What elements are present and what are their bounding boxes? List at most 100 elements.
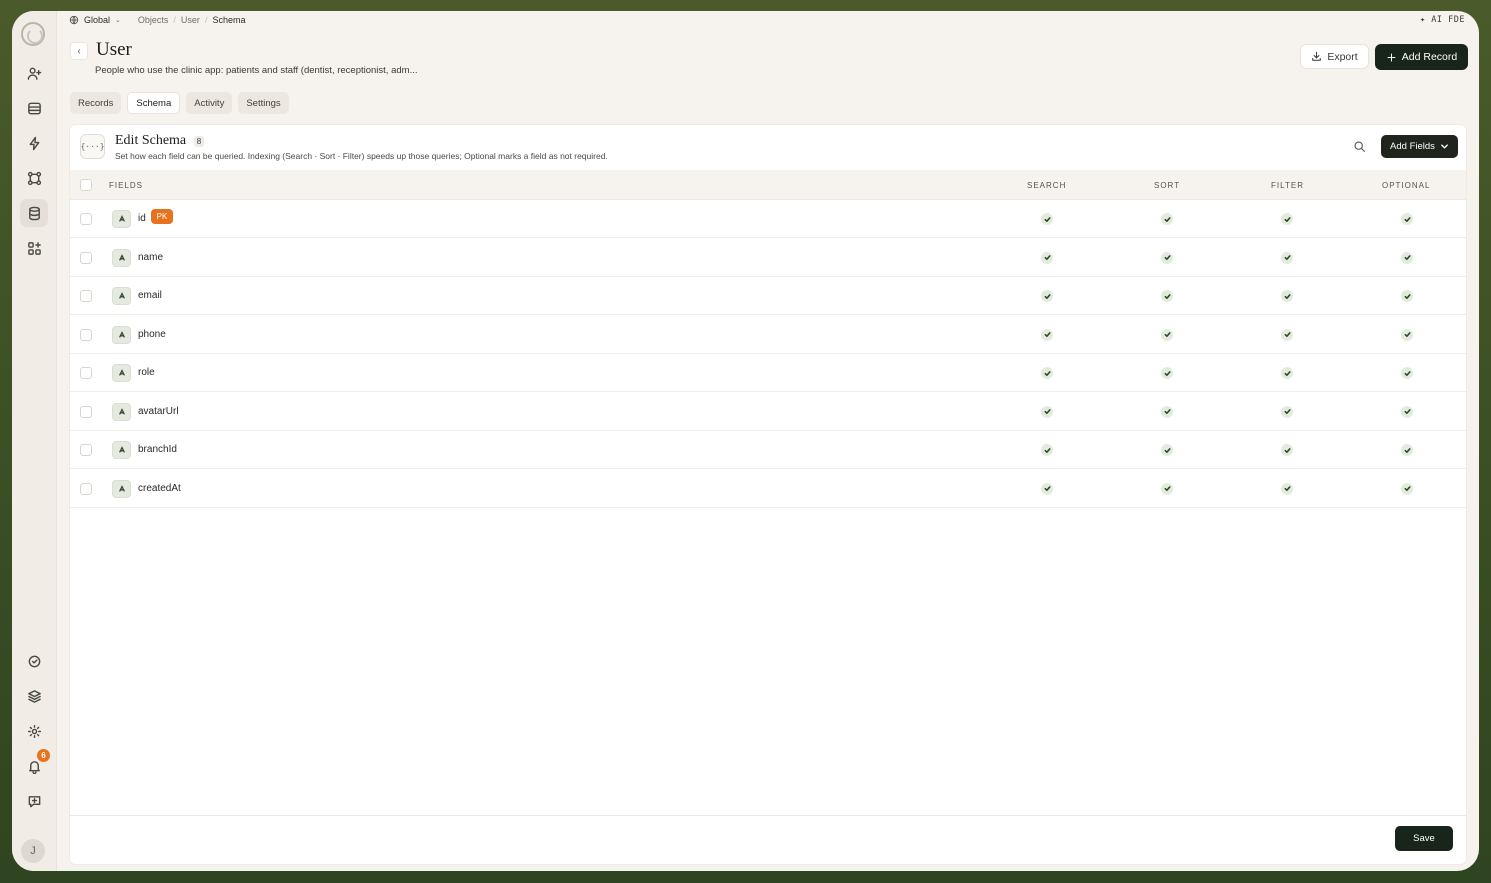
tab-activity[interactable]: Activity bbox=[186, 92, 233, 114]
ai-fde-button[interactable]: ✦ AI FDE bbox=[1420, 15, 1465, 25]
select-all-checkbox[interactable] bbox=[80, 179, 92, 191]
layers-icon bbox=[27, 689, 41, 703]
sidebar-item-apps[interactable] bbox=[20, 234, 48, 262]
page-description: People who use the clinic app: patients … bbox=[95, 65, 418, 76]
notification-count-badge: 6 bbox=[37, 749, 50, 762]
table-row[interactable]: role bbox=[70, 354, 1466, 392]
optional-check-icon[interactable] bbox=[1401, 290, 1413, 302]
user-plus-icon bbox=[27, 67, 41, 80]
tab-settings[interactable]: Settings bbox=[238, 92, 289, 114]
optional-check-icon[interactable] bbox=[1401, 213, 1413, 225]
globe-icon bbox=[69, 15, 79, 25]
schema-title: Edit Schema bbox=[115, 133, 187, 148]
breadcrumb-separator: / bbox=[204, 15, 208, 25]
filter-check-icon[interactable] bbox=[1281, 290, 1293, 302]
sidebar-item-settings[interactable] bbox=[20, 717, 48, 745]
plus-icon bbox=[1387, 53, 1396, 61]
text-type-icon bbox=[112, 248, 131, 267]
sort-check-icon[interactable] bbox=[1161, 444, 1173, 456]
row-checkbox[interactable] bbox=[80, 444, 92, 456]
sort-check-icon[interactable] bbox=[1161, 251, 1173, 264]
sort-check-icon[interactable] bbox=[1161, 367, 1173, 379]
field-name: branchId bbox=[138, 444, 177, 455]
search-check-icon[interactable] bbox=[1041, 328, 1053, 341]
table-row[interactable]: email bbox=[70, 277, 1466, 315]
optional-check-icon[interactable] bbox=[1401, 444, 1413, 456]
chevron-down-icon bbox=[1441, 144, 1448, 149]
filter-check-icon[interactable] bbox=[1281, 405, 1293, 418]
add-record-button[interactable]: Add Record bbox=[1375, 44, 1468, 70]
filter-check-icon[interactable] bbox=[1281, 328, 1293, 341]
optional-check-icon[interactable] bbox=[1401, 367, 1413, 379]
sort-check-icon[interactable] bbox=[1161, 482, 1173, 495]
sidebar-item-workflows[interactable] bbox=[20, 164, 48, 192]
breadcrumb-current: Schema bbox=[212, 15, 246, 25]
filter-check-icon[interactable] bbox=[1281, 482, 1293, 495]
primary-key-badge: PK bbox=[151, 209, 173, 224]
row-checkbox[interactable] bbox=[80, 251, 92, 264]
row-checkbox[interactable] bbox=[80, 290, 92, 302]
save-button[interactable]: Save bbox=[1395, 826, 1453, 851]
search-icon bbox=[1354, 141, 1365, 152]
sort-check-icon[interactable] bbox=[1161, 328, 1173, 341]
logo-icon[interactable] bbox=[21, 22, 45, 46]
scope-selector[interactable]: Global bbox=[84, 15, 110, 25]
export-label: Export bbox=[1327, 50, 1358, 63]
export-button[interactable]: Export bbox=[1300, 44, 1369, 69]
row-checkbox[interactable] bbox=[80, 482, 92, 495]
sort-check-icon[interactable] bbox=[1161, 405, 1173, 418]
sidebar-item-security[interactable] bbox=[20, 647, 48, 675]
database-icon bbox=[28, 206, 40, 220]
filter-check-icon[interactable] bbox=[1281, 251, 1293, 264]
search-button[interactable] bbox=[1353, 140, 1366, 153]
optional-check-icon[interactable] bbox=[1401, 405, 1413, 418]
sidebar-item-users[interactable] bbox=[20, 59, 48, 87]
table-row[interactable]: phone bbox=[70, 316, 1466, 354]
back-button[interactable]: ‹ bbox=[70, 42, 88, 60]
optional-check-icon[interactable] bbox=[1401, 328, 1413, 341]
lightning-icon bbox=[29, 136, 39, 150]
table-row[interactable]: id PK bbox=[70, 200, 1466, 238]
field-name: phone bbox=[138, 328, 166, 340]
sort-check-icon[interactable] bbox=[1161, 290, 1173, 302]
page-title: User bbox=[96, 39, 132, 60]
search-check-icon[interactable] bbox=[1041, 251, 1053, 264]
row-checkbox[interactable] bbox=[80, 367, 92, 379]
search-check-icon[interactable] bbox=[1041, 482, 1053, 495]
text-type-icon bbox=[112, 287, 131, 305]
table-row[interactable]: name bbox=[70, 239, 1466, 277]
breadcrumb-objects[interactable]: Objects bbox=[138, 15, 169, 25]
search-check-icon[interactable] bbox=[1041, 213, 1053, 225]
breadcrumb-user[interactable]: User bbox=[181, 15, 200, 25]
optional-check-icon[interactable] bbox=[1401, 251, 1413, 264]
row-checkbox[interactable] bbox=[80, 213, 92, 225]
sidebar-item-database[interactable] bbox=[20, 199, 48, 227]
filter-check-icon[interactable] bbox=[1281, 367, 1293, 379]
tab-schema[interactable]: Schema bbox=[127, 92, 181, 114]
column-filter: FILTER bbox=[1271, 181, 1304, 190]
search-check-icon[interactable] bbox=[1041, 290, 1053, 302]
table-row[interactable]: createdAt bbox=[70, 470, 1466, 508]
optional-check-icon[interactable] bbox=[1401, 482, 1413, 495]
avatar[interactable]: J bbox=[21, 839, 45, 863]
column-optional: OPTIONAL bbox=[1382, 181, 1431, 190]
sidebar-item-support[interactable] bbox=[20, 787, 48, 815]
filter-check-icon[interactable] bbox=[1281, 444, 1293, 456]
sidebar-item-automations[interactable] bbox=[20, 129, 48, 157]
table-row[interactable]: avatarUrl bbox=[70, 393, 1466, 431]
tab-records[interactable]: Records bbox=[70, 92, 122, 114]
download-icon bbox=[1312, 51, 1322, 61]
breadcrumb: Global ⌄ Objects / User / Schema bbox=[69, 15, 245, 25]
sidebar-item-notifications[interactable]: 6 bbox=[20, 749, 50, 780]
filter-check-icon[interactable] bbox=[1281, 213, 1293, 225]
sidebar-item-tables[interactable] bbox=[20, 94, 48, 122]
row-checkbox[interactable] bbox=[80, 328, 92, 341]
search-check-icon[interactable] bbox=[1041, 405, 1053, 418]
sort-check-icon[interactable] bbox=[1161, 213, 1173, 225]
search-check-icon[interactable] bbox=[1041, 367, 1053, 379]
row-checkbox[interactable] bbox=[80, 405, 92, 418]
add-fields-button[interactable]: Add Fields bbox=[1381, 135, 1458, 158]
search-check-icon[interactable] bbox=[1041, 444, 1053, 456]
sidebar-item-layers[interactable] bbox=[20, 682, 48, 710]
table-row[interactable]: branchId bbox=[70, 431, 1466, 469]
